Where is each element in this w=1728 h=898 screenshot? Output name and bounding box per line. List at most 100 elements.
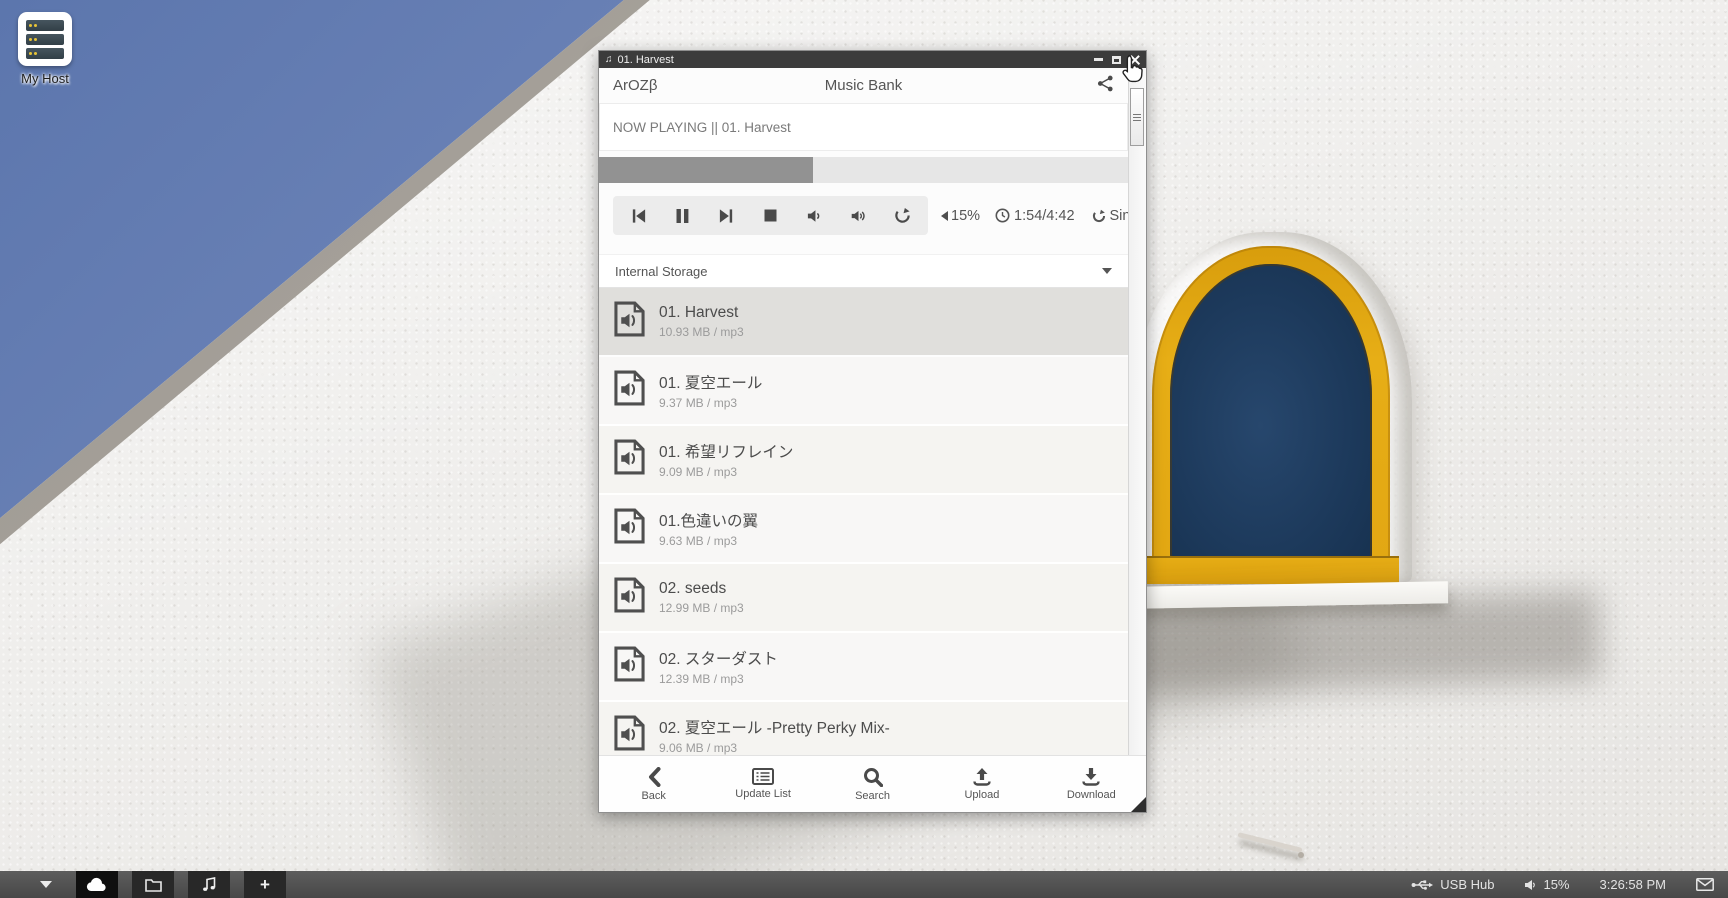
server-bar bbox=[26, 34, 64, 45]
track-size: 12.99 MB / mp3 bbox=[659, 601, 744, 615]
upload-icon bbox=[972, 767, 992, 786]
wallpaper-window-sill bbox=[1145, 556, 1399, 584]
scrollbar-thumb[interactable] bbox=[1130, 88, 1144, 146]
clock-status: 3:26:58 PM bbox=[1600, 877, 1667, 892]
track-size: 9.63 MB / mp3 bbox=[659, 534, 758, 548]
track-list: 01. Harvest 10.93 MB / mp3 01. 夏空エール 9.3… bbox=[599, 288, 1128, 771]
stop-icon[interactable] bbox=[762, 207, 779, 224]
previous-icon[interactable] bbox=[630, 207, 647, 224]
audio-file-icon bbox=[613, 438, 646, 481]
search-icon bbox=[863, 767, 883, 787]
speaker-icon bbox=[1524, 879, 1536, 891]
minimize-button[interactable] bbox=[1094, 58, 1103, 61]
taskbar-expand-caret-icon[interactable] bbox=[40, 881, 52, 888]
track-row[interactable]: 02. seeds 12.99 MB / mp3 bbox=[599, 564, 1128, 633]
audio-file-icon bbox=[613, 714, 646, 757]
window-content: Music Bank ArOZβ NOW PLAYING || 01. Harv… bbox=[599, 68, 1128, 812]
folder-icon bbox=[145, 878, 162, 892]
track-title: 02. 夏空エール -Pretty Perky Mix- bbox=[659, 716, 890, 738]
music-player-window: ♫ 01. Harvest Music Bank ArOZβ NOW PLA bbox=[598, 50, 1147, 813]
storage-selector-value: Internal Storage bbox=[615, 264, 708, 279]
track-row[interactable]: 01. Harvest 10.93 MB / mp3 bbox=[599, 288, 1128, 357]
window-titlebar[interactable]: ♫ 01. Harvest bbox=[599, 51, 1146, 68]
audio-file-icon bbox=[613, 369, 646, 412]
storage-selector[interactable]: Internal Storage bbox=[599, 254, 1128, 288]
track-row[interactable]: 01. 希望リフレイン 9.09 MB / mp3 bbox=[599, 426, 1128, 495]
window-controls bbox=[1094, 55, 1140, 65]
maximize-button[interactable] bbox=[1112, 56, 1121, 64]
volume-indicator[interactable]: 15% bbox=[941, 208, 980, 224]
chevron-down-icon bbox=[1102, 268, 1112, 274]
track-meta: 01. 希望リフレイン 9.09 MB / mp3 bbox=[659, 440, 793, 479]
transport-button-group bbox=[613, 196, 928, 235]
taskbar-tiles: + bbox=[76, 871, 286, 898]
upload-label: Upload bbox=[964, 789, 999, 801]
app-header: Music Bank ArOZβ bbox=[599, 68, 1128, 102]
repeat-icon[interactable] bbox=[894, 207, 911, 224]
usb-icon bbox=[1411, 879, 1433, 891]
track-meta: 01.色違いの翼 9.63 MB / mp3 bbox=[659, 509, 758, 548]
back-icon bbox=[647, 767, 661, 787]
next-icon[interactable] bbox=[718, 207, 735, 224]
search-button[interactable]: Search bbox=[818, 756, 927, 812]
taskbar-tile-music[interactable] bbox=[188, 871, 230, 898]
cloud-icon bbox=[86, 877, 108, 892]
server-bar bbox=[26, 48, 64, 59]
clock-label: 3:26:58 PM bbox=[1600, 877, 1667, 892]
track-size: 9.06 MB / mp3 bbox=[659, 741, 890, 755]
pause-icon[interactable] bbox=[674, 207, 691, 224]
update-list-button[interactable]: Update List bbox=[708, 756, 817, 812]
track-meta: 01. Harvest 10.93 MB / mp3 bbox=[659, 304, 744, 339]
seek-bar-fill bbox=[599, 157, 813, 183]
audio-file-icon bbox=[613, 576, 646, 619]
track-row[interactable]: 01.色違いの翼 9.63 MB / mp3 bbox=[599, 495, 1128, 564]
taskbar-tile-files[interactable] bbox=[132, 871, 174, 898]
back-button[interactable]: Back bbox=[599, 756, 708, 812]
wallpaper-pipe bbox=[1237, 832, 1302, 853]
taskbar-tile-cloud[interactable] bbox=[76, 871, 118, 898]
volume-status[interactable]: 15% bbox=[1524, 877, 1569, 892]
update-list-icon bbox=[752, 768, 774, 785]
track-title: 01. Harvest bbox=[659, 304, 744, 322]
track-row[interactable]: 02. スターダスト 12.39 MB / mp3 bbox=[599, 633, 1128, 702]
track-size: 12.39 MB / mp3 bbox=[659, 672, 778, 686]
share-icon[interactable] bbox=[1097, 75, 1114, 96]
repeat-icon bbox=[1092, 209, 1106, 223]
envelope-icon bbox=[1696, 878, 1714, 891]
clock-icon bbox=[995, 208, 1010, 223]
search-label: Search bbox=[855, 790, 890, 802]
track-title: 01. 希望リフレイン bbox=[659, 440, 793, 462]
music-icon bbox=[202, 877, 216, 892]
track-row[interactable]: 01. 夏空エール 9.37 MB / mp3 bbox=[599, 357, 1128, 426]
music-note-icon: ♫ bbox=[605, 55, 613, 65]
volume-down-icon[interactable] bbox=[806, 207, 823, 224]
messages-status[interactable] bbox=[1696, 878, 1714, 891]
desktop-icon-my-host[interactable]: My Host bbox=[10, 12, 80, 86]
now-playing-text: NOW PLAYING || 01. Harvest bbox=[613, 120, 791, 135]
audio-file-icon bbox=[613, 645, 646, 688]
usb-hub-status[interactable]: USB Hub bbox=[1411, 877, 1494, 892]
update-list-label: Update List bbox=[735, 788, 791, 800]
wallpaper-arch-window-frame bbox=[1152, 246, 1390, 572]
taskbar: + USB Hub 15% 3:26:58 PM bbox=[0, 871, 1728, 898]
volume-up-icon[interactable] bbox=[850, 207, 867, 224]
track-meta: 02. 夏空エール -Pretty Perky Mix- 9.06 MB / m… bbox=[659, 716, 890, 755]
usb-hub-label: USB Hub bbox=[1440, 877, 1494, 892]
track-size: 9.37 MB / mp3 bbox=[659, 396, 762, 410]
track-title: 02. スターダスト bbox=[659, 647, 778, 669]
resize-handle[interactable] bbox=[1131, 797, 1146, 812]
wallpaper-pipe-dot bbox=[1298, 852, 1304, 858]
seek-bar[interactable] bbox=[599, 157, 1128, 183]
desktop-icon-label: My Host bbox=[10, 71, 80, 86]
audio-file-icon bbox=[613, 300, 646, 343]
track-meta: 01. 夏空エール 9.37 MB / mp3 bbox=[659, 371, 762, 410]
wallpaper-arch-window-glass bbox=[1170, 264, 1372, 558]
track-size: 9.09 MB / mp3 bbox=[659, 465, 793, 479]
close-button[interactable] bbox=[1130, 55, 1140, 65]
download-button[interactable]: Download bbox=[1037, 756, 1146, 812]
time-value: 1:54/4:42 bbox=[1014, 208, 1074, 224]
window-scrollbar[interactable] bbox=[1128, 68, 1146, 755]
taskbar-tile-add[interactable]: + bbox=[244, 871, 286, 898]
track-meta: 02. スターダスト 12.39 MB / mp3 bbox=[659, 647, 778, 686]
upload-button[interactable]: Upload bbox=[927, 756, 1036, 812]
